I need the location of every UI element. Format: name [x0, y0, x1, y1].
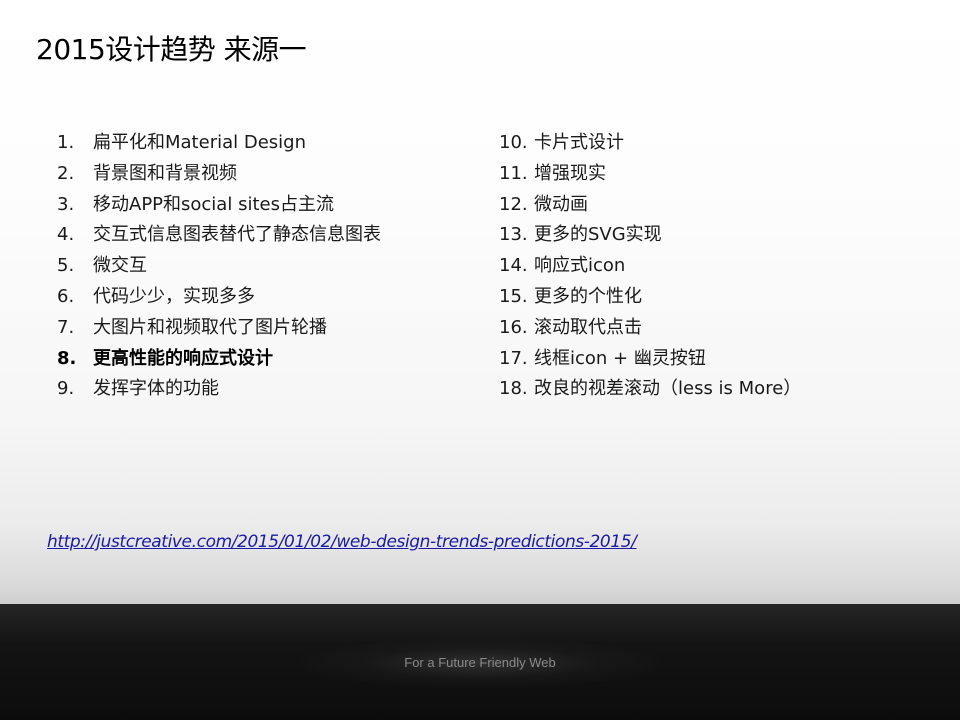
list-item: 15. 更多的个性化	[499, 282, 939, 313]
list-item-number: 4.	[57, 224, 75, 246]
list-item-number: 7.	[57, 316, 75, 338]
list-item-number: 10.	[499, 132, 528, 153]
list-item: 13. 更多的SVG实现	[499, 220, 939, 251]
list-item: 16. 滚动取代点击	[499, 313, 939, 344]
list-item-number: 11.	[499, 162, 528, 184]
list-item-text: 交互式信息图表替代了静态信息图表	[93, 224, 381, 246]
list-item-text: 卡片式设计	[534, 132, 624, 153]
list-item-number: 3.	[57, 193, 75, 215]
slide-title: 2015设计趋势 来源一	[36, 33, 307, 66]
list-item-text: 大图片和视频取代了图片轮播	[93, 316, 327, 338]
trend-list-right: 10. 卡片式设计 11. 增强现实 12. 微动画 13. 更多的SVG实现 …	[499, 128, 939, 405]
list-item-text: 代码少少，实现多多	[93, 285, 255, 307]
list-item: 4. 交互式信息图表替代了静态信息图表	[57, 220, 477, 251]
list-item-number: 2.	[57, 162, 75, 184]
list-item: 18. 改良的视差滚动（less is More）	[499, 374, 939, 405]
list-item: 12. 微动画	[499, 190, 939, 221]
list-item: 3. 移动APP和social sites占主流	[57, 190, 477, 221]
list-item: 17. 线框icon + 幽灵按钮	[499, 344, 939, 375]
list-item-number: 1.	[57, 132, 75, 153]
list-item-text: 更多的个性化	[534, 285, 642, 307]
list-item-text: 移动APP和social sites占主流	[93, 193, 334, 215]
source-link[interactable]: http://justcreative.com/2015/01/02/web-d…	[47, 530, 637, 554]
list-item: 9. 发挥字体的功能	[57, 374, 477, 405]
list-item-number: 8.	[57, 347, 77, 369]
trend-list-left: 1. 扁平化和Material Design 2. 背景图和背景视频 3. 移动…	[57, 128, 477, 405]
list-item-text: 扁平化和Material Design	[93, 132, 306, 153]
list-item-number: 6.	[57, 285, 75, 307]
list-item-text: 背景图和背景视频	[93, 162, 237, 184]
list-item-number: 17.	[499, 347, 528, 369]
list-item-text: 微交互	[93, 255, 147, 277]
list-item-text: 增强现实	[534, 162, 606, 184]
list-item: 1. 扁平化和Material Design	[57, 128, 477, 159]
list-item: 6. 代码少少，实现多多	[57, 282, 477, 313]
list-item-number: 9.	[57, 378, 75, 400]
footer-tagline: For a Future Friendly Web	[404, 655, 556, 670]
list-item-text: 发挥字体的功能	[93, 378, 219, 400]
list-item-number: 5.	[57, 255, 75, 277]
list-item-number: 14.	[499, 255, 528, 277]
list-item-text: 微动画	[534, 193, 588, 215]
list-item-text: 更多的SVG实现	[534, 224, 662, 246]
list-item-highlighted: 8. 更高性能的响应式设计	[57, 344, 477, 375]
list-item-number: 15.	[499, 285, 528, 307]
list-item-text: 改良的视差滚动（less is More）	[534, 378, 802, 400]
list-item-number: 18.	[499, 378, 528, 400]
list-item: 10. 卡片式设计	[499, 128, 939, 159]
list-item-text: 线框icon + 幽灵按钮	[534, 347, 706, 369]
list-item: 2. 背景图和背景视频	[57, 159, 477, 190]
list-item-number: 13.	[499, 224, 528, 246]
list-item-text: 响应式icon	[534, 255, 626, 277]
list-item: 11. 增强现实	[499, 159, 939, 190]
list-item: 7. 大图片和视频取代了图片轮播	[57, 313, 477, 344]
list-item-number: 12.	[499, 193, 528, 215]
list-item: 14. 响应式icon	[499, 251, 939, 282]
list-item-number: 16.	[499, 316, 528, 338]
list-item: 5. 微交互	[57, 251, 477, 282]
slide: 2015设计趋势 来源一 1. 扁平化和Material Design 2. 背…	[0, 0, 960, 720]
list-item-text: 更高性能的响应式设计	[93, 347, 273, 369]
list-item-text: 滚动取代点击	[534, 316, 642, 338]
